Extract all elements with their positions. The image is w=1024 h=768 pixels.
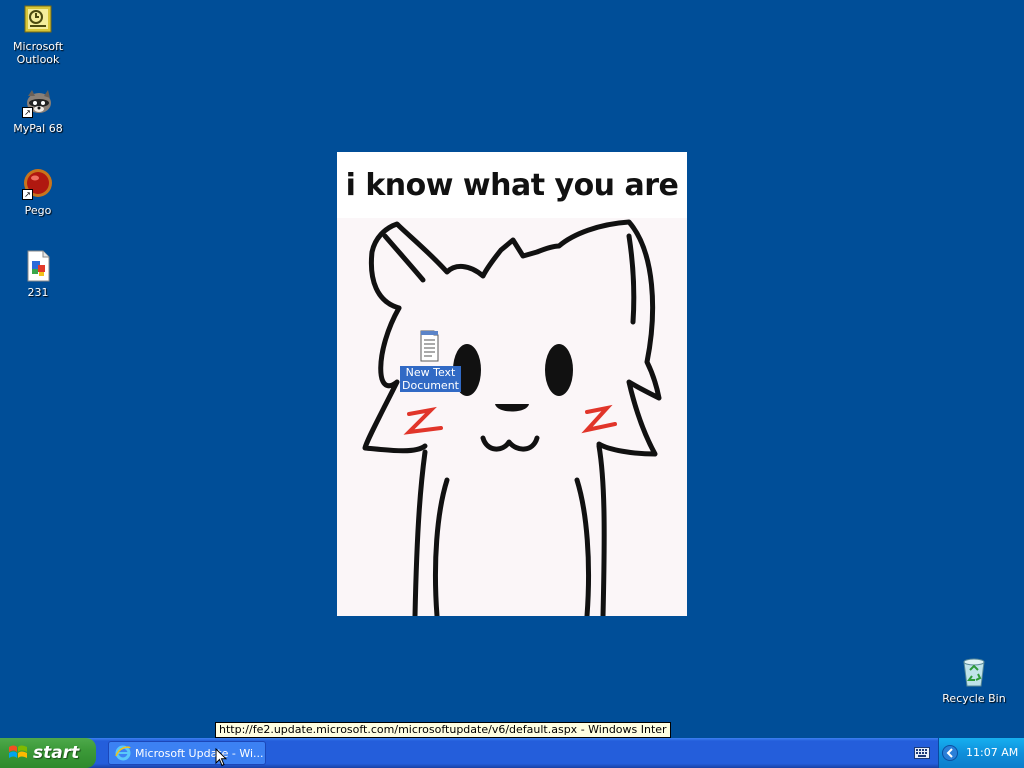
desktop[interactable]: Microsoft Outlook ↗ MyPal 68 ↗ Pego 231 …	[0, 0, 1024, 738]
desktop-icon-231[interactable]: 231	[0, 250, 76, 299]
icon-label-line: Document	[402, 379, 459, 392]
keyboard-icon[interactable]	[914, 747, 930, 759]
task-label: Microsoft Update - Wi...	[135, 746, 264, 760]
taskbar-item-microsoft-update[interactable]: Microsoft Update - Wi...	[108, 741, 266, 765]
icon-label: Recycle Bin	[942, 692, 1006, 705]
text-document-icon	[412, 330, 444, 362]
icon-label: Outlook	[16, 53, 60, 66]
taskbar: start Microsoft Update - Wi... 11:07 AM	[0, 738, 1024, 768]
icon-label-selected: New Text Document	[400, 366, 461, 392]
red-orb-icon: ↗	[22, 168, 54, 200]
desktop-icon-recycle-bin[interactable]: Recycle Bin	[936, 656, 1012, 705]
windows-flag-icon	[9, 745, 27, 758]
icon-label-line: New Text	[405, 366, 456, 379]
recycle-bin-icon	[958, 656, 990, 688]
mouse-cursor-icon	[215, 748, 227, 767]
icon-label: Pego	[24, 204, 52, 217]
desktop-icon-outlook[interactable]: Microsoft Outlook	[0, 4, 76, 66]
wallpaper-image: i know what you are	[337, 152, 687, 616]
start-button[interactable]: start	[0, 738, 96, 768]
icon-label: Microsoft	[12, 40, 64, 53]
desktop-icon-new-text-document[interactable]: New Text Document	[400, 330, 461, 392]
url-tooltip: http://fe2.update.microsoft.com/microsof…	[215, 722, 671, 738]
icon-label: MyPal 68	[13, 122, 63, 135]
image-file-icon	[22, 250, 54, 282]
show-hidden-icons-chevron-icon[interactable]	[942, 745, 958, 761]
taskbar-clock[interactable]: 11:07 AM	[966, 738, 1018, 768]
start-label: start	[33, 743, 80, 763]
shortcut-arrow-icon: ↗	[22, 189, 33, 200]
icon-label: 231	[27, 286, 49, 299]
outlook-icon	[22, 4, 54, 36]
cat-drawing	[362, 219, 662, 616]
shortcut-arrow-icon: ↗	[22, 107, 33, 118]
desktop-icon-mypal[interactable]: ↗ MyPal 68	[0, 86, 76, 135]
desktop-icon-pego[interactable]: ↗ Pego	[0, 168, 76, 217]
internet-explorer-icon	[115, 745, 131, 761]
raccoon-browser-icon: ↗	[22, 86, 54, 118]
